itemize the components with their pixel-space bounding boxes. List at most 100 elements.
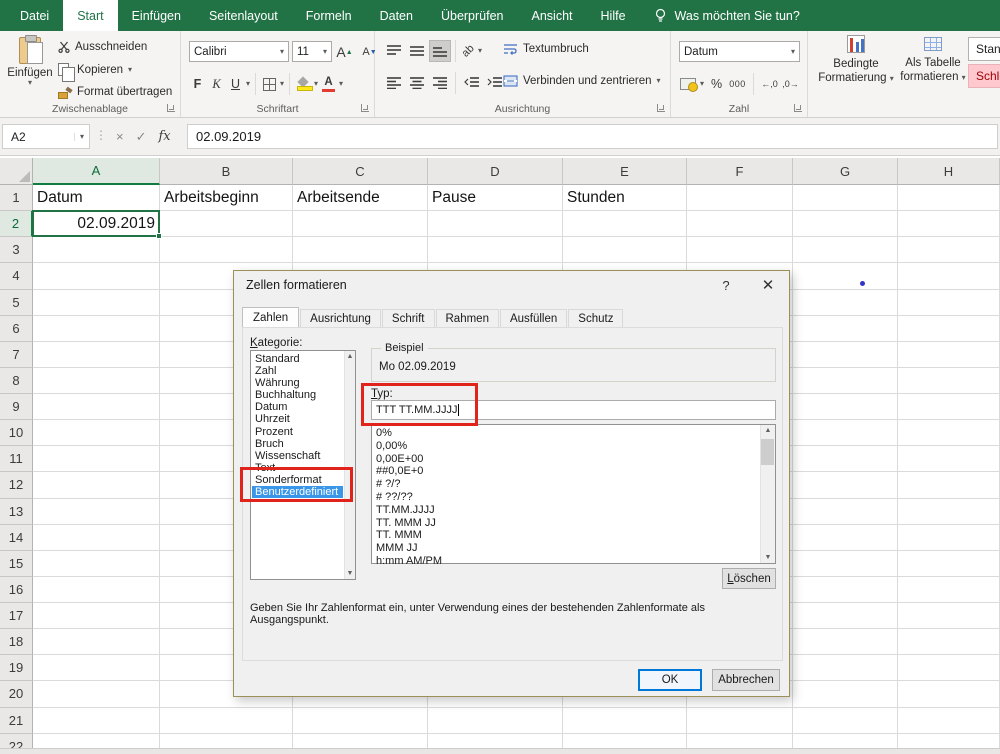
row-header-13[interactable]: 13 xyxy=(0,499,33,525)
row-header-14[interactable]: 14 xyxy=(0,525,33,551)
cell-H16[interactable] xyxy=(898,577,1000,603)
cell-A13[interactable] xyxy=(33,499,160,525)
cell-A20[interactable] xyxy=(33,681,160,707)
cell-G20[interactable] xyxy=(793,681,898,707)
ribbon-tab[interactable]: Datei xyxy=(6,0,63,31)
cell-A12[interactable] xyxy=(33,472,160,498)
ribbon-tab[interactable]: Formeln xyxy=(292,0,366,31)
cell-style-standard[interactable]: Standard xyxy=(968,37,1000,61)
column-header-A[interactable]: A xyxy=(33,158,160,185)
cell-E3[interactable] xyxy=(563,237,687,263)
format-item[interactable]: 0,00% xyxy=(373,440,759,453)
row-header-5[interactable]: 5 xyxy=(0,290,33,316)
cell-H11[interactable] xyxy=(898,446,1000,472)
column-header-B[interactable]: B xyxy=(160,158,293,185)
cancel-button[interactable]: Abbrechen xyxy=(712,669,780,691)
cell-G16[interactable] xyxy=(793,577,898,603)
cell-H7[interactable] xyxy=(898,342,1000,368)
orientation-button[interactable]: ab xyxy=(460,41,477,61)
cell-H6[interactable] xyxy=(898,316,1000,342)
ribbon-tab[interactable]: Einfügen xyxy=(118,0,195,31)
ribbon-tab[interactable]: Überprüfen xyxy=(427,0,518,31)
row-header-19[interactable]: 19 xyxy=(0,655,33,681)
cell-H18[interactable] xyxy=(898,629,1000,655)
format-item[interactable]: TT.MM.JJJJ xyxy=(373,504,759,517)
cell-G7[interactable] xyxy=(793,342,898,368)
dialog-tab[interactable]: Ausrichtung xyxy=(300,309,381,328)
cell-G5[interactable] xyxy=(793,290,898,316)
chevron-down-icon[interactable]: ▾ xyxy=(478,47,482,55)
column-header-F[interactable]: F xyxy=(687,158,793,185)
cell-G8[interactable] xyxy=(793,368,898,394)
scroll-up-icon[interactable]: ▲ xyxy=(765,425,772,436)
category-item[interactable]: Buchhaltung xyxy=(252,389,343,401)
cell-G2[interactable] xyxy=(793,211,898,237)
ribbon-tab[interactable]: Start xyxy=(63,0,117,31)
format-item[interactable]: 0,00E+00 xyxy=(373,453,759,466)
cell-H21[interactable] xyxy=(898,708,1000,734)
cell-B1[interactable]: Arbeitsbeginn xyxy=(160,185,293,211)
cell-F21[interactable] xyxy=(687,708,793,734)
cell-D21[interactable] xyxy=(428,708,563,734)
cell-G9[interactable] xyxy=(793,394,898,420)
row-header-3[interactable]: 3 xyxy=(0,237,33,263)
cell-G12[interactable] xyxy=(793,472,898,498)
cell-B21[interactable] xyxy=(160,708,293,734)
align-left-button[interactable] xyxy=(383,72,405,94)
cell-D1[interactable]: Pause xyxy=(428,185,563,211)
cell-H5[interactable] xyxy=(898,290,1000,316)
cell-A16[interactable] xyxy=(33,577,160,603)
cell-A21[interactable] xyxy=(33,708,160,734)
cell-A17[interactable] xyxy=(33,603,160,629)
cell-B2[interactable] xyxy=(160,211,293,237)
select-all-corner[interactable] xyxy=(0,158,33,185)
format-item[interactable]: # ??/?? xyxy=(373,491,759,504)
category-item[interactable]: Bruch xyxy=(252,438,343,450)
align-top-button[interactable] xyxy=(383,40,405,62)
insert-function-icon[interactable]: fx xyxy=(159,129,171,144)
cell-G13[interactable] xyxy=(793,499,898,525)
format-item[interactable]: TT. MMM JJ xyxy=(373,517,759,530)
cell-H17[interactable] xyxy=(898,603,1000,629)
increase-indent-button[interactable] xyxy=(483,72,505,94)
row-header-16[interactable]: 16 xyxy=(0,577,33,603)
cell-H8[interactable] xyxy=(898,368,1000,394)
dialog-close-icon[interactable]: ✕ xyxy=(753,273,783,297)
scroll-down-icon[interactable]: ▼ xyxy=(347,568,354,579)
cell-G3[interactable] xyxy=(793,237,898,263)
font-size-select[interactable]: 11 ▾ xyxy=(292,41,332,62)
align-bottom-button[interactable] xyxy=(429,40,451,62)
row-header-7[interactable]: 7 xyxy=(0,342,33,368)
name-box[interactable]: A2 ▾ xyxy=(2,124,90,149)
tell-me-search[interactable]: Was möchten Sie tun? xyxy=(654,0,800,31)
category-item[interactable]: Währung xyxy=(252,377,343,389)
number-dialog-launcher-icon[interactable] xyxy=(794,104,802,112)
format-as-table-button[interactable]: Als Tabelle formatieren ▾ xyxy=(900,35,966,85)
cell-G17[interactable] xyxy=(793,603,898,629)
cell-G14[interactable] xyxy=(793,525,898,551)
dialog-title-bar[interactable]: Zellen formatieren ? ✕ xyxy=(234,271,789,299)
cancel-icon[interactable]: × xyxy=(116,129,124,144)
row-header-10[interactable]: 10 xyxy=(0,420,33,446)
cell-A9[interactable] xyxy=(33,394,160,420)
cell-G21[interactable] xyxy=(793,708,898,734)
format-painter-button[interactable]: Format übertragen xyxy=(58,86,172,98)
comma-style-button[interactable]: 000 xyxy=(729,74,746,94)
format-item[interactable]: 0% xyxy=(373,427,759,440)
cell-H15[interactable] xyxy=(898,551,1000,577)
drag-dots-icon[interactable]: ⋮ xyxy=(95,128,107,142)
dialog-tab[interactable]: Ausfüllen xyxy=(500,309,567,328)
fill-color-button[interactable] xyxy=(295,74,312,94)
cell-A18[interactable] xyxy=(33,629,160,655)
category-item[interactable]: Uhrzeit xyxy=(252,413,343,425)
column-header-H[interactable]: H xyxy=(898,158,1000,185)
cell-D3[interactable] xyxy=(428,237,563,263)
paste-button[interactable]: Einfügen ▾ xyxy=(6,35,54,107)
underline-button[interactable]: U xyxy=(227,74,244,94)
format-item[interactable]: # ?/? xyxy=(373,478,759,491)
ribbon-tab[interactable]: Hilfe xyxy=(587,0,640,31)
column-header-G[interactable]: G xyxy=(793,158,898,185)
column-header-E[interactable]: E xyxy=(563,158,687,185)
row-header-21[interactable]: 21 xyxy=(0,708,33,734)
increase-decimal-button[interactable]: ←,0 xyxy=(761,74,778,94)
